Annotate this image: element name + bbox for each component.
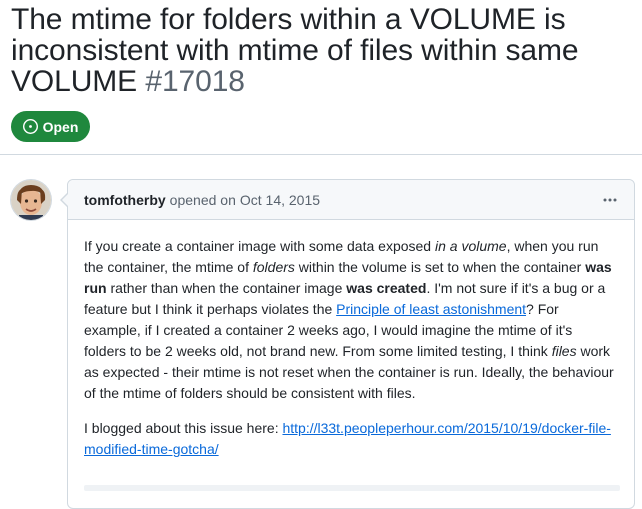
p1-strong-2: was created: [346, 280, 427, 296]
p1-text-1: If you create a container image with som…: [84, 238, 435, 254]
issue-state-badge[interactable]: Open: [11, 111, 90, 142]
issue-opened-icon: [22, 119, 38, 134]
p1-emphasis-3: files: [551, 343, 577, 359]
issue-state-label: Open: [42, 118, 79, 135]
issue-comment: tomfotherby opened on Oct 14, 2015 If yo…: [60, 179, 635, 509]
p2-text-1: I blogged about this issue here:: [84, 420, 283, 436]
avatar[interactable]: [11, 180, 51, 220]
issue-title: The mtime for folders within a VOLUME is…: [11, 4, 639, 97]
principle-link[interactable]: Principle of least astonishment: [336, 301, 526, 317]
p1-emphasis-1: in a volume: [434, 238, 507, 254]
comment-date[interactable]: Oct 14, 2015: [240, 192, 320, 208]
comment-body: If you create a container image with som…: [68, 220, 634, 460]
reactions-bar: [84, 485, 620, 491]
p1-text-4: rather than when the container image: [106, 280, 347, 296]
p1-text-3: within the volume is set to when the con…: [294, 259, 586, 275]
p1-emphasis-2: folders: [252, 259, 295, 275]
issue-title-text: The mtime for folders within a VOLUME is…: [11, 3, 579, 98]
comment-author[interactable]: tomfotherby: [84, 192, 166, 208]
comment-action: opened on: [169, 191, 236, 208]
comment-paragraph-2: I blogged about this issue here: http://…: [84, 418, 618, 460]
issue-number: #17018: [145, 65, 245, 98]
comment-header: tomfotherby opened on Oct 14, 2015: [68, 180, 634, 220]
comment-paragraph-1: If you create a container image with som…: [84, 236, 618, 404]
comment-menu-button[interactable]: [598, 188, 622, 212]
kebab-horizontal-icon: [603, 198, 617, 201]
header-divider: [0, 154, 642, 155]
